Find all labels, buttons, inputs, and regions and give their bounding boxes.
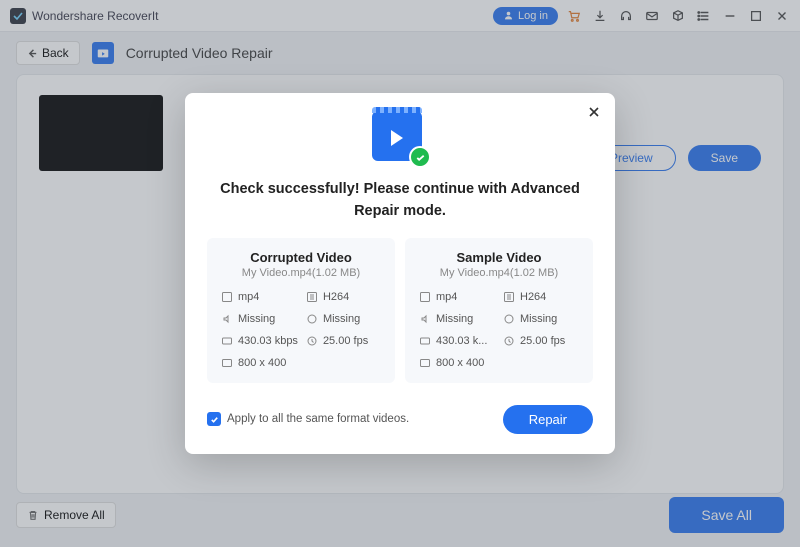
sample-title: Sample Video <box>419 250 579 265</box>
spec-codec: H264 <box>503 291 579 303</box>
corrupted-title: Corrupted Video <box>221 250 381 265</box>
apply-all-checkbox[interactable]: Apply to all the same format videos. <box>207 412 409 426</box>
compare-panels: Corrupted Video My Video.mp4(1.02 MB) mp… <box>207 238 593 383</box>
corrupted-panel: Corrupted Video My Video.mp4(1.02 MB) mp… <box>207 238 395 383</box>
modal-hero-icon <box>372 111 428 167</box>
spec-aformat: Missing <box>503 313 579 325</box>
spec-bitrate: 430.03 k... <box>419 335 495 347</box>
spec-fps: 25.00 fps <box>503 335 579 347</box>
spec-fps: 25.00 fps <box>306 335 381 347</box>
modal-message: Check successfully! Please continue with… <box>207 179 593 221</box>
modal-dialog: Check successfully! Please continue with… <box>185 93 615 453</box>
spec-aformat: Missing <box>306 313 381 325</box>
check-badge-icon <box>409 146 431 168</box>
repair-button[interactable]: Repair <box>503 405 593 434</box>
apply-all-label: Apply to all the same format videos. <box>227 413 409 425</box>
sample-subtitle: My Video.mp4(1.02 MB) <box>419 267 579 279</box>
corrupted-subtitle: My Video.mp4(1.02 MB) <box>221 267 381 279</box>
spec-audio: Missing <box>419 313 495 325</box>
modal-close-button[interactable] <box>587 105 601 124</box>
sample-panel: Sample Video My Video.mp4(1.02 MB) mp4 H… <box>405 238 593 383</box>
spec-res: 800 x 400 <box>419 357 495 369</box>
spec-bitrate: 430.03 kbps <box>221 335 298 347</box>
modal-overlay: Check successfully! Please continue with… <box>0 0 800 547</box>
spec-audio: Missing <box>221 313 298 325</box>
spec-codec: H264 <box>306 291 381 303</box>
spec-res: 800 x 400 <box>221 357 298 369</box>
spec-format: mp4 <box>221 291 298 303</box>
spec-format: mp4 <box>419 291 495 303</box>
